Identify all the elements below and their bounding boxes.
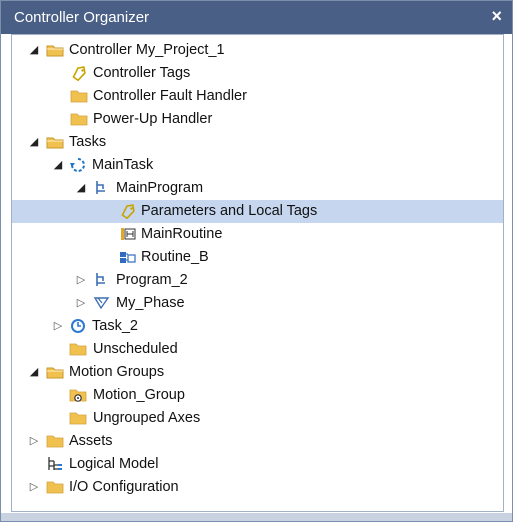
tree-item-label: I/O Configuration xyxy=(69,479,179,495)
tree-item-label: Motion_Group xyxy=(93,387,185,403)
function-block-routine-icon xyxy=(119,249,137,265)
tag-icon xyxy=(119,203,137,219)
folder-icon xyxy=(69,410,87,426)
tree-item-label: Controller Fault Handler xyxy=(93,88,247,104)
expanded-arrow-icon[interactable]: ◢ xyxy=(28,134,40,151)
tree-item-label: MainRoutine xyxy=(141,226,223,242)
tree-item-label: Program_2 xyxy=(116,272,188,288)
continuous-task-icon xyxy=(69,157,87,173)
collapsed-arrow-icon[interactable]: ▷ xyxy=(75,272,87,289)
tree-item-fault-handler[interactable]: Controller Fault Handler xyxy=(12,85,503,108)
folder-icon xyxy=(70,88,88,104)
tree-item-motion-groups[interactable]: ◢ Motion Groups xyxy=(12,361,503,384)
close-icon[interactable]: × xyxy=(491,7,502,25)
tree-item-label: Controller My_Project_1 xyxy=(69,42,225,58)
tree-item-powerup-handler[interactable]: Power-Up Handler xyxy=(12,108,503,131)
tree-item-program-2[interactable]: ▷ Program_2 xyxy=(12,269,503,292)
organizer-tree: ◢ Controller My_Project_1 Controller Tag… xyxy=(11,34,504,512)
program-icon xyxy=(93,272,111,288)
tree-item-label: Power-Up Handler xyxy=(93,111,213,127)
tree-item-main-routine[interactable]: MainRoutine xyxy=(12,223,503,246)
tree-item-label: My_Phase xyxy=(116,295,185,311)
tree-item-routine-b[interactable]: Routine_B xyxy=(12,246,503,269)
tree-item-label: Unscheduled xyxy=(93,341,178,357)
tree-item-task-2[interactable]: ▷ Task_2 xyxy=(12,315,503,338)
tree-item-label: MainProgram xyxy=(116,180,204,196)
expanded-arrow-icon[interactable]: ◢ xyxy=(52,157,64,174)
collapsed-arrow-icon[interactable]: ▷ xyxy=(75,295,87,312)
folder-icon xyxy=(69,341,87,357)
folder-icon xyxy=(46,479,64,495)
tree-item-label: Logical Model xyxy=(69,456,159,472)
tree-item-label: Tasks xyxy=(69,134,107,150)
tree-item-my-phase[interactable]: ▷ My_Phase xyxy=(12,292,503,315)
tree-item-label: MainTask xyxy=(92,157,154,173)
tree-item-unscheduled[interactable]: Unscheduled xyxy=(12,338,503,361)
ladder-routine-icon xyxy=(119,226,137,242)
window-title: Controller Organizer xyxy=(14,9,150,26)
expanded-arrow-icon[interactable]: ◢ xyxy=(28,42,40,59)
tree-item-label: Parameters and Local Tags xyxy=(141,203,318,219)
periodic-task-icon xyxy=(69,318,87,334)
folder-icon xyxy=(70,111,88,127)
folder-open-icon xyxy=(46,134,64,150)
tree-item-controller-tags[interactable]: Controller Tags xyxy=(12,62,503,85)
tag-icon xyxy=(70,65,88,81)
tree-item-label: Routine_B xyxy=(141,249,209,265)
motion-group-icon xyxy=(69,387,87,403)
tree-item-tasks[interactable]: ◢ Tasks xyxy=(12,131,503,154)
collapsed-arrow-icon[interactable]: ▷ xyxy=(52,318,64,335)
tree-item-io-configuration[interactable]: ▷ I/O Configuration xyxy=(12,476,503,499)
tree-item-label: Assets xyxy=(69,433,113,449)
expanded-arrow-icon[interactable]: ◢ xyxy=(28,364,40,381)
tree-item-motion-group[interactable]: Motion_Group xyxy=(12,384,503,407)
folder-icon xyxy=(46,433,64,449)
tree-item-assets[interactable]: ▷ Assets xyxy=(12,430,503,453)
tree-item-parameters-local-tags[interactable]: Parameters and Local Tags xyxy=(12,200,503,223)
tree-item-label: Task_2 xyxy=(92,318,138,334)
tree-item-main-task[interactable]: ◢ MainTask xyxy=(12,154,503,177)
tree-item-controller[interactable]: ◢ Controller My_Project_1 xyxy=(12,39,503,62)
bottom-edge xyxy=(1,513,512,521)
title-bar: Controller Organizer × xyxy=(1,1,512,34)
collapsed-arrow-icon[interactable]: ▷ xyxy=(28,433,40,450)
tree-item-logical-model[interactable]: Logical Model xyxy=(12,453,503,476)
folder-open-icon xyxy=(46,42,64,58)
controller-organizer-window: Controller Organizer × ◢ Controller My_P… xyxy=(0,0,513,522)
tree-item-main-program[interactable]: ◢ MainProgram xyxy=(12,177,503,200)
collapsed-arrow-icon[interactable]: ▷ xyxy=(28,479,40,496)
phase-icon xyxy=(93,295,111,311)
tree-item-label: Ungrouped Axes xyxy=(93,410,201,426)
folder-open-icon xyxy=(46,364,64,380)
expanded-arrow-icon[interactable]: ◢ xyxy=(75,180,87,197)
tree-item-ungrouped-axes[interactable]: Ungrouped Axes xyxy=(12,407,503,430)
tree-item-label: Motion Groups xyxy=(69,364,165,380)
logical-model-icon xyxy=(46,456,64,472)
tree-item-label: Controller Tags xyxy=(93,65,191,81)
program-icon xyxy=(93,180,111,196)
